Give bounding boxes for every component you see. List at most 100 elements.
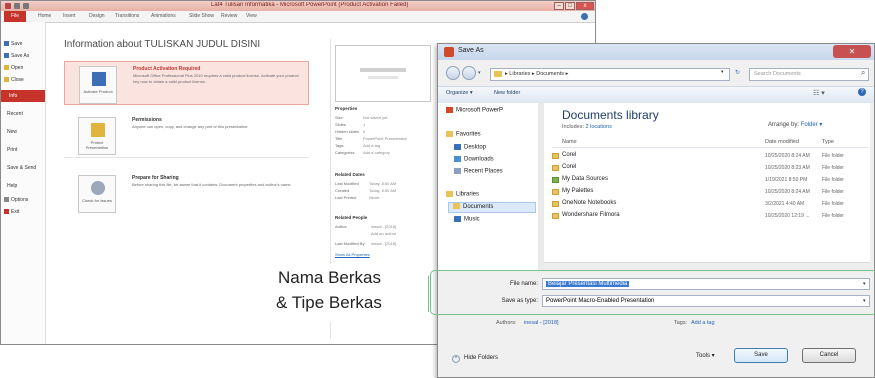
file-date: 10/25/2020 8:24 AM bbox=[765, 189, 810, 195]
nav-item-libraries[interactable]: Libraries bbox=[446, 191, 479, 198]
nav-item-downloads[interactable]: Downloads bbox=[454, 156, 494, 163]
tags-value[interactable]: Add a tag bbox=[691, 320, 715, 326]
includes-label: Includes: bbox=[562, 124, 585, 130]
close-button[interactable]: ✕ bbox=[833, 45, 871, 58]
tab-insert[interactable]: Insert bbox=[63, 13, 76, 19]
refresh-icon[interactable]: ↻ bbox=[735, 69, 740, 76]
sidebar-item-new[interactable]: New bbox=[3, 127, 47, 137]
folder-icon bbox=[552, 165, 559, 171]
sidebar-item-recent[interactable]: Recent bbox=[3, 109, 47, 119]
chevron-down-icon[interactable]: ▾ bbox=[478, 70, 481, 76]
libraries-icon bbox=[446, 191, 453, 197]
powerpoint-icon bbox=[444, 47, 454, 57]
redo-icon[interactable] bbox=[23, 3, 29, 9]
show-all-properties-link[interactable]: Show All Properties bbox=[335, 252, 370, 257]
tab-slide-show[interactable]: Slide Show bbox=[189, 13, 214, 19]
table-row[interactable]: OneNote Notebooks 3/2/2021 4:40 AM File fo… bbox=[552, 198, 868, 210]
breadcrumb-separator: ▸ bbox=[564, 71, 569, 77]
tab-transitions[interactable]: Transitions bbox=[115, 13, 139, 19]
dialog-title: Save As bbox=[458, 47, 484, 54]
property-value[interactable]: Add a tag bbox=[363, 143, 380, 148]
forward-button[interactable] bbox=[462, 66, 476, 80]
nav-item-label: Desktop bbox=[464, 144, 487, 151]
check-for-issues-button[interactable]: Check for Issues bbox=[78, 175, 116, 213]
column-header-name[interactable]: Name bbox=[562, 139, 577, 145]
sidebar-item-save-as[interactable]: Save As bbox=[3, 51, 43, 61]
hide-folders-button[interactable]: Hide Folders bbox=[464, 355, 498, 361]
sidebar-item-info[interactable]: Info bbox=[1, 90, 45, 102]
table-row[interactable]: My Data Sources 1/19/2021 8:50 PM File fol… bbox=[552, 174, 868, 186]
people-value[interactable]: inesal - [2018] bbox=[371, 224, 396, 229]
maximize-button[interactable]: □ bbox=[565, 2, 575, 10]
tab-design[interactable]: Design bbox=[89, 13, 105, 19]
search-input[interactable]: Search Documents bbox=[749, 68, 869, 81]
nav-item-documents[interactable]: Documents bbox=[448, 202, 536, 213]
sidebar-item-close[interactable]: Close bbox=[3, 75, 43, 85]
navigation-pane bbox=[438, 103, 539, 270]
nav-item-music[interactable]: Music bbox=[454, 216, 480, 223]
column-header-date[interactable]: Date modified bbox=[765, 139, 799, 145]
chevron-up-icon[interactable]: ^ bbox=[452, 355, 460, 363]
undo-icon[interactable] bbox=[14, 3, 20, 9]
column-header-type[interactable]: Type bbox=[822, 139, 834, 145]
sidebar-item-open[interactable]: Open bbox=[3, 63, 43, 73]
desktop-icon bbox=[454, 144, 461, 150]
documents-icon bbox=[453, 203, 460, 210]
new-folder-button[interactable]: New folder bbox=[494, 90, 520, 96]
cancel-button[interactable]: Cancel bbox=[802, 348, 856, 363]
property-value[interactable]: PowerPoint Presentation bbox=[363, 136, 407, 141]
table-row[interactable]: Corel 10/25/2020 8:23 AM File folder bbox=[552, 162, 868, 174]
close-button[interactable]: x bbox=[576, 2, 594, 10]
property-value[interactable]: Add a category bbox=[363, 150, 390, 155]
sidebar-item-options[interactable]: Options bbox=[3, 195, 43, 205]
help-icon[interactable]: ? bbox=[858, 88, 866, 96]
nav-item-powerpoint[interactable]: Microsoft PowerP bbox=[446, 107, 536, 114]
address-bar[interactable]: ▸ Libraries ▸ Documents ▸ bbox=[490, 68, 730, 81]
sidebar-item-label: Open bbox=[11, 65, 24, 71]
nav-item-favorites[interactable]: Favorites bbox=[446, 131, 481, 138]
nav-item-recent-places[interactable]: Recent Places bbox=[454, 168, 503, 175]
related-dates-heading: Related Dates bbox=[335, 172, 365, 177]
app-icon[interactable] bbox=[5, 3, 11, 9]
tools-button[interactable]: Tools ▾ bbox=[696, 352, 715, 359]
sidebar-item-save-send[interactable]: Save & Send bbox=[3, 163, 47, 173]
file-type: File folder bbox=[822, 165, 844, 171]
authors-value[interactable]: inesal - [2018] bbox=[524, 320, 559, 326]
address-dropdown-icon[interactable]: ▾ bbox=[721, 69, 724, 75]
inspect-icon bbox=[91, 181, 105, 195]
organize-button[interactable]: Organize ▾ bbox=[446, 90, 473, 96]
sidebar-item-exit[interactable]: Exit bbox=[3, 207, 43, 217]
card-description: Before sharing this file, be aware that … bbox=[132, 182, 291, 187]
help-icon[interactable] bbox=[581, 13, 588, 20]
back-button[interactable] bbox=[446, 66, 460, 80]
folder-icon bbox=[552, 189, 559, 195]
protect-presentation-button[interactable]: Protect Presentation bbox=[78, 117, 116, 155]
breadcrumb-libraries[interactable]: Libraries bbox=[509, 71, 530, 77]
tab-file[interactable]: File bbox=[4, 11, 26, 22]
arrange-by-dropdown[interactable]: Folder ▾ bbox=[801, 122, 823, 128]
add-author-link[interactable]: Add an author bbox=[371, 231, 396, 236]
tab-home[interactable]: Home bbox=[38, 13, 51, 19]
views-icon[interactable]: ☷ ▾ bbox=[813, 89, 825, 97]
locations-link[interactable]: 2 locations bbox=[586, 124, 612, 130]
table-row[interactable]: Corel 10/25/2020 8:24 AM File folder bbox=[552, 150, 868, 162]
date-label: Created bbox=[335, 188, 350, 193]
file-list-scrollbar[interactable] bbox=[870, 103, 874, 270]
properties-heading[interactable]: Properties bbox=[335, 106, 357, 111]
tab-animations[interactable]: Animations bbox=[151, 13, 176, 19]
table-row[interactable]: My Palettes 10/25/2020 8:24 AM File folder bbox=[552, 186, 868, 198]
breadcrumb-documents[interactable]: Documents bbox=[536, 71, 564, 77]
tab-review[interactable]: Review bbox=[221, 13, 237, 19]
table-row[interactable]: Wondershare Filmora 10/25/2020 12:19 ... F… bbox=[552, 210, 868, 222]
date-label: Last Printed bbox=[335, 195, 357, 200]
activate-product-button[interactable]: Activate Product bbox=[79, 66, 117, 104]
sidebar-item-save[interactable]: Save bbox=[3, 39, 43, 49]
search-icon[interactable]: ⌕ bbox=[861, 68, 865, 78]
nav-item-desktop[interactable]: Desktop bbox=[454, 144, 486, 151]
sidebar-item-help[interactable]: Help bbox=[3, 181, 47, 191]
save-button[interactable]: Save bbox=[734, 348, 788, 363]
music-icon bbox=[454, 216, 461, 222]
sidebar-item-print[interactable]: Print bbox=[3, 145, 47, 155]
minimize-button[interactable]: – bbox=[554, 2, 564, 10]
tab-view[interactable]: View bbox=[246, 13, 257, 19]
